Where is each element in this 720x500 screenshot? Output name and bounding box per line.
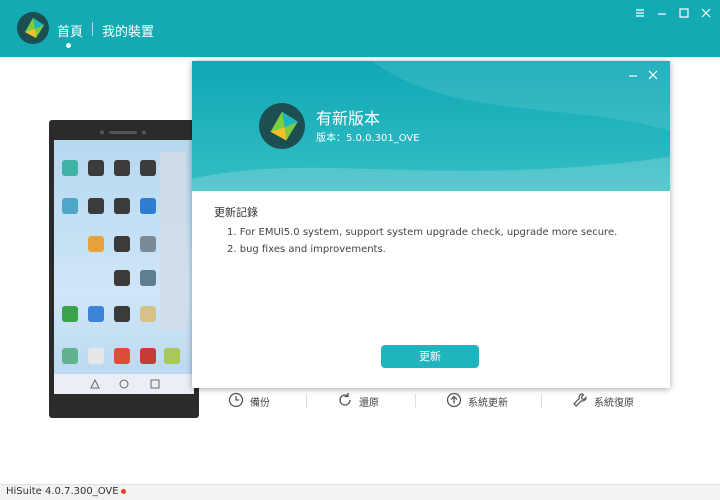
app-icon (140, 306, 156, 322)
status-bar: HiSuite 4.0.7.300_OVE (0, 484, 720, 500)
restore-action[interactable]: 還原 (337, 392, 379, 410)
app-icon (88, 198, 104, 214)
dialog-version: 版本：5.0.0.301_OVE (316, 133, 420, 144)
app-icon (114, 306, 130, 322)
backup-action[interactable]: 備份 (228, 392, 270, 410)
action-divider (306, 394, 307, 408)
app-icon (88, 348, 104, 364)
active-tab-indicator (66, 43, 71, 48)
phone-screen (54, 140, 194, 394)
system-update-label: 系統更新 (468, 397, 508, 409)
dialog-title: 有新版本 (316, 109, 381, 128)
app-version-label: HiSuite 4.0.7.300_OVE (6, 486, 126, 497)
app-icon (88, 306, 104, 322)
app-icon (140, 160, 156, 176)
app-icon (114, 348, 130, 364)
update-available-dot (120, 488, 126, 494)
action-divider (415, 394, 416, 408)
app-version-text: HiSuite 4.0.7.300_OVE (6, 486, 119, 497)
dialog-logo-icon (259, 103, 305, 149)
app-icon (114, 236, 130, 252)
app-icon (140, 236, 156, 252)
app-icon (62, 348, 78, 364)
backup-icon (228, 392, 244, 411)
changelog-item: 1. For EMUI5.0 system, support system up… (227, 227, 618, 238)
phone-nav-bar (54, 374, 194, 394)
app-icon (140, 348, 156, 364)
device-phone-image (49, 120, 199, 418)
dialog-header: 有新版本 版本：5.0.0.301_OVE (192, 61, 670, 191)
restore-arrow-icon (337, 392, 353, 411)
tab-my-devices[interactable]: 我的裝置 (102, 21, 154, 40)
notification-shade (160, 152, 186, 330)
dialog-close-icon[interactable] (647, 69, 659, 81)
backup-label: 備份 (250, 397, 270, 409)
update-dialog: 有新版本 版本：5.0.0.301_OVE 更新記錄 1. For EMUI5.… (192, 61, 670, 388)
app-icon (62, 306, 78, 322)
restore-icon[interactable] (677, 6, 691, 20)
wrench-icon (572, 392, 588, 411)
app-icon (114, 198, 130, 214)
app-icon (140, 270, 156, 286)
minimize-icon[interactable] (655, 6, 669, 20)
app-icon (114, 270, 130, 286)
menu-icon[interactable] (633, 6, 647, 20)
system-recovery-label: 系統復原 (594, 397, 634, 409)
tab-home[interactable]: 首頁 (57, 21, 83, 40)
app-icon (62, 160, 78, 176)
app-icon (62, 198, 78, 214)
app-logo-icon (17, 12, 49, 44)
system-recovery-action[interactable]: 系統復原 (572, 392, 634, 410)
app-icon (140, 198, 156, 214)
app-icon (114, 160, 130, 176)
phone-earpiece (100, 130, 146, 135)
app-icon (164, 348, 180, 364)
system-update-action[interactable]: 系統更新 (446, 392, 508, 410)
update-button[interactable]: 更新 (381, 345, 479, 368)
dialog-minimize-icon[interactable] (627, 69, 639, 81)
close-icon[interactable] (699, 6, 713, 20)
tab-divider (92, 22, 93, 36)
changelog-item: 2. bug fixes and improvements. (227, 244, 386, 255)
app-icon (88, 236, 104, 252)
title-bar: 首頁 我的裝置 (0, 0, 720, 57)
system-update-icon (446, 392, 462, 411)
changelog-title: 更新記錄 (214, 206, 258, 219)
restore-label: 還原 (359, 397, 379, 409)
app-icon (88, 160, 104, 176)
action-divider (541, 394, 542, 408)
